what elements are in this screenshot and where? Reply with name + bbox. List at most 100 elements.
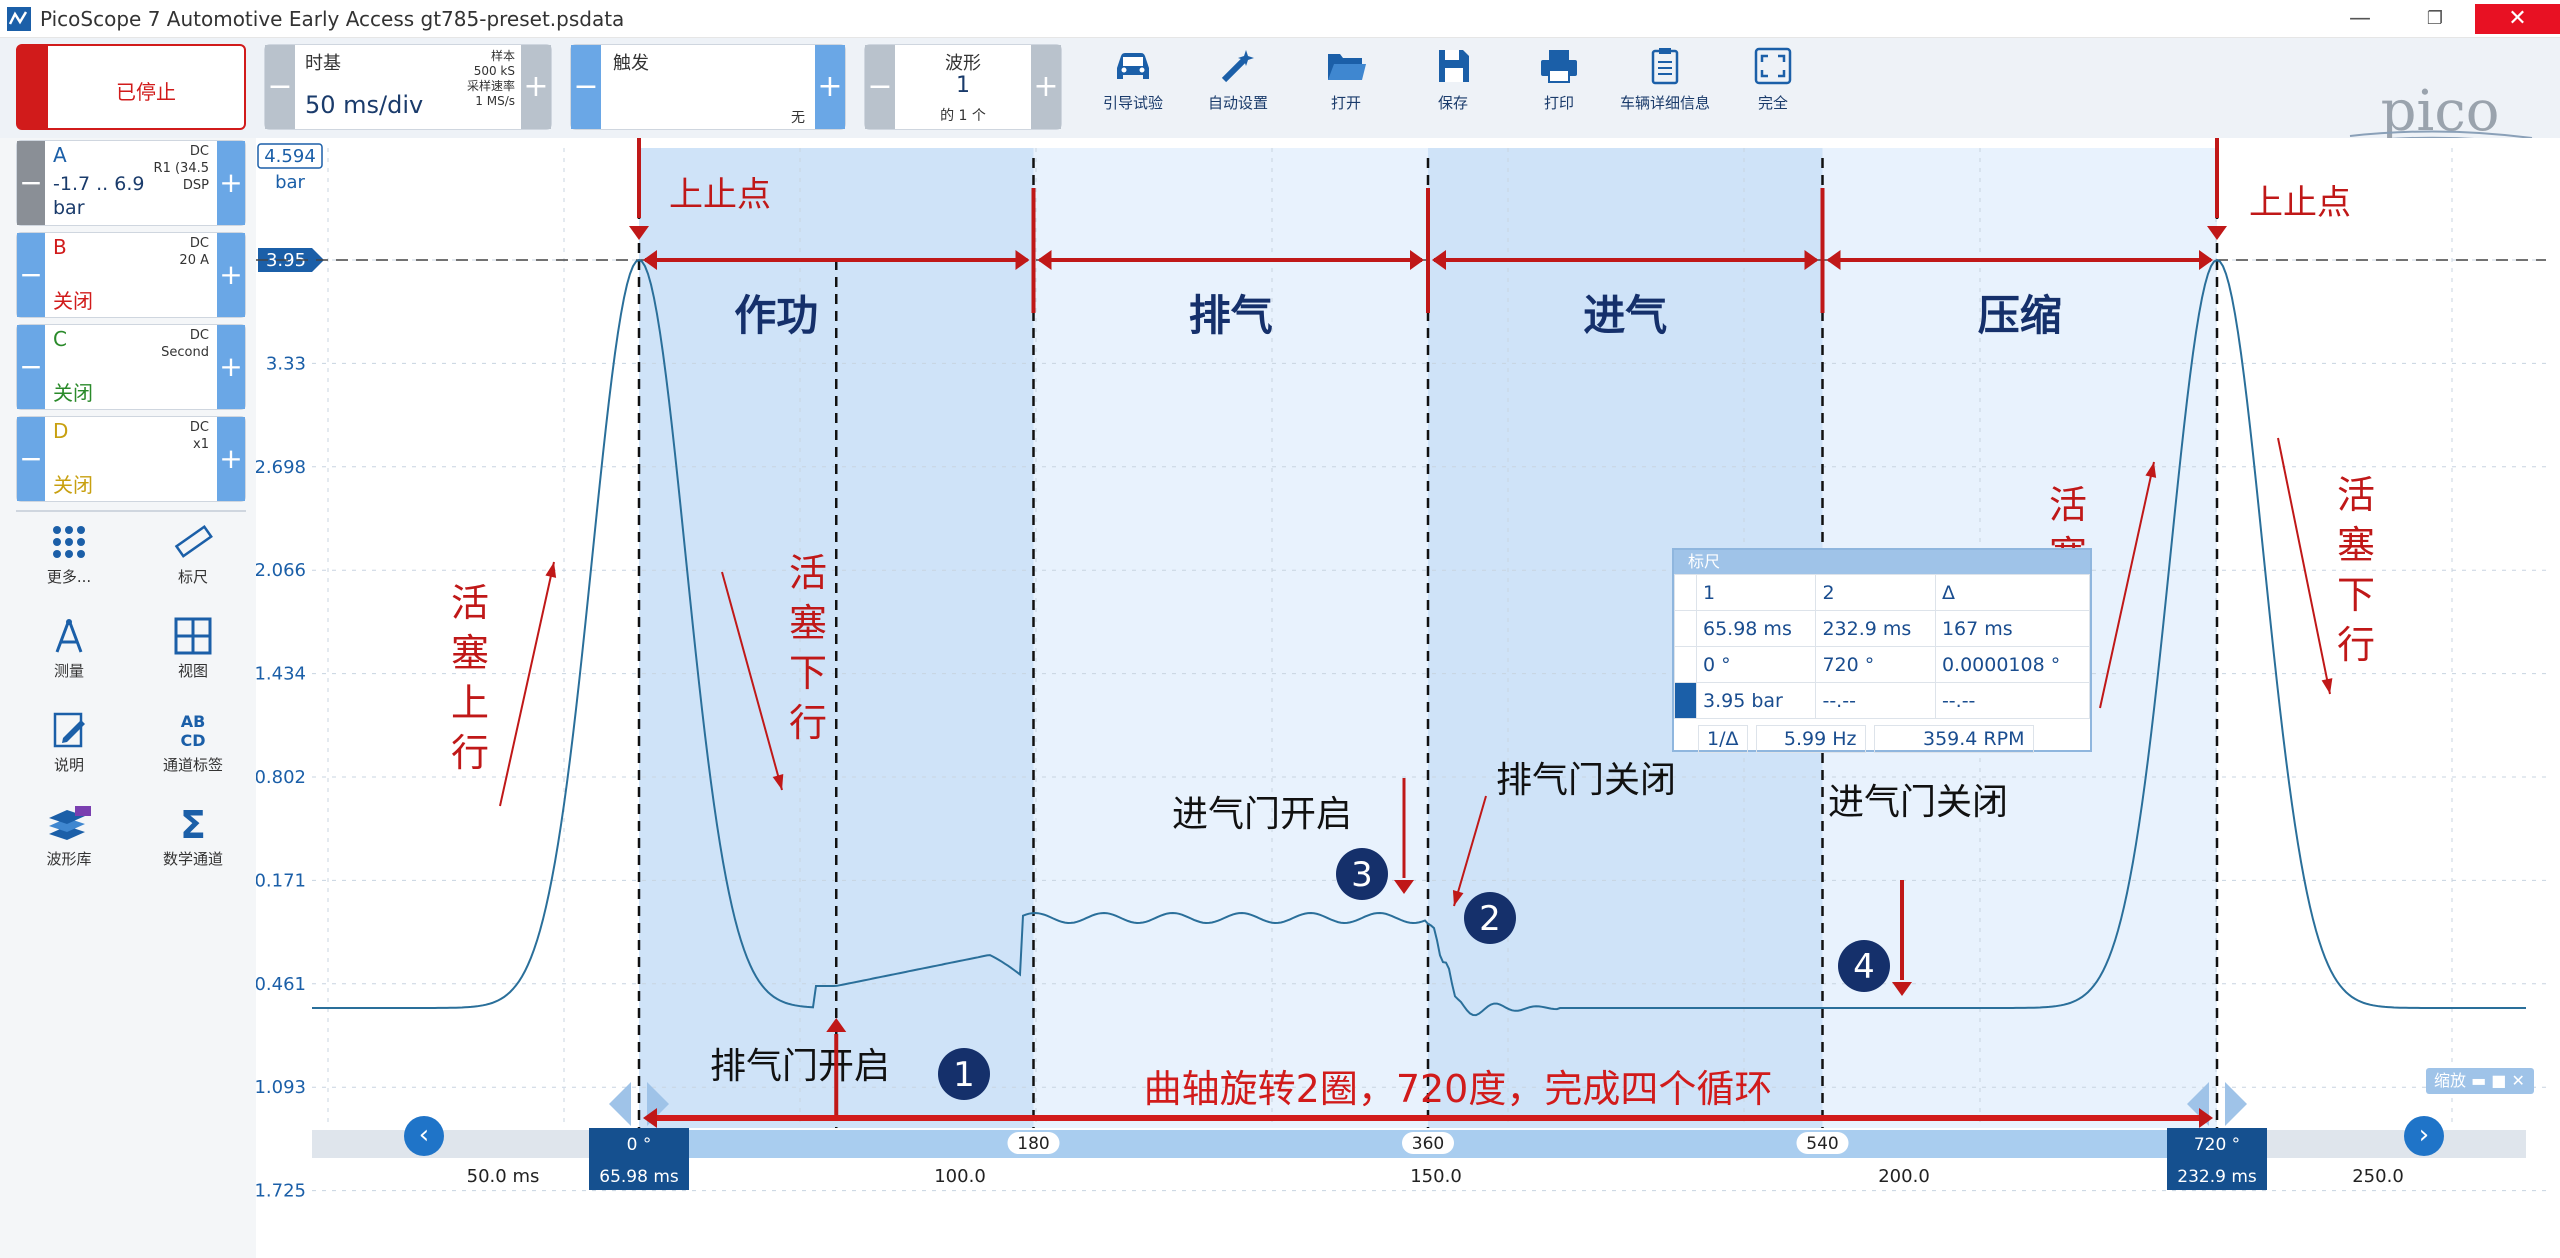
- step-badge-number: 4: [1853, 947, 1875, 987]
- y-tick-label: -1.093: [256, 1077, 306, 1098]
- timebase-control: − + 时基 50 ms/div 样本 500 kS 采样速率 1 MS/s: [264, 44, 552, 130]
- svg-text:AB: AB: [181, 712, 206, 731]
- channel-d-probe: x1: [193, 437, 209, 452]
- math-channels-button[interactable]: Σ 数学通道: [138, 803, 248, 869]
- trigger-decrease-button[interactable]: −: [571, 45, 601, 129]
- channel-a-decrease[interactable]: −: [17, 141, 45, 225]
- arrow-head: [545, 562, 557, 578]
- x-tick-label: 150.0: [1410, 1166, 1462, 1187]
- channel-b-panel[interactable]: − + B 关闭 DC 20 A: [16, 232, 246, 318]
- waveform-library-button[interactable]: 波形库: [14, 804, 124, 869]
- channel-b-increase[interactable]: +: [217, 233, 245, 317]
- waveform-value[interactable]: 1: [895, 73, 1031, 98]
- trigger-value[interactable]: 无: [791, 107, 805, 127]
- timebase-value[interactable]: 50 ms/div: [305, 91, 423, 119]
- fullscreen-icon: [1754, 47, 1792, 85]
- more-button[interactable]: 更多...: [14, 522, 124, 587]
- y-tick-label: 2.698: [256, 457, 306, 478]
- open-label: 打开: [1330, 94, 1361, 112]
- y-unit-label: bar: [275, 172, 305, 193]
- open-button[interactable]: 打开: [1296, 46, 1396, 113]
- channel-a-probe: R1 (34.5: [153, 161, 209, 176]
- restore-button[interactable]: ❐: [2400, 4, 2470, 34]
- print-button[interactable]: 打印: [1509, 46, 1609, 113]
- piston-down-right-label: 行: [2337, 623, 2375, 667]
- sample-rate-label: 采样速率: [466, 79, 515, 93]
- timebase-increase-button[interactable]: +: [521, 45, 551, 129]
- channel-labels-label: 通道标签: [162, 756, 223, 774]
- channel-d-decrease[interactable]: −: [17, 417, 45, 501]
- channel-a-panel[interactable]: − + A -1.7 .. 6.9 bar DC R1 (34.5 DSP: [16, 140, 246, 226]
- notes-button[interactable]: 说明: [14, 710, 124, 775]
- window-title: PicoScope 7 Automotive Early Access gt78…: [40, 7, 625, 31]
- rulers-cell: --.--: [1934, 682, 2091, 719]
- minimize-button[interactable]: —: [2325, 4, 2395, 34]
- fullscreen-button[interactable]: 完全: [1723, 46, 1823, 113]
- scroll-left-button[interactable]: ‹: [404, 1116, 444, 1156]
- svg-text:CD: CD: [180, 731, 205, 750]
- folder-icon: [1328, 54, 1366, 80]
- run-stop-button[interactable]: 已停止: [16, 44, 246, 130]
- channel-d-increase[interactable]: +: [217, 417, 245, 501]
- measurements-button[interactable]: 测量: [14, 616, 124, 681]
- y-tick-label: -0.461: [256, 974, 306, 995]
- rulers-cell: 232.9 ms: [1815, 610, 1936, 647]
- piston-up-right-label: 活: [2049, 483, 2087, 527]
- intake-open-label: 进气门开启: [1172, 794, 1352, 835]
- waveform-of: 的 1 个: [940, 108, 986, 124]
- piston-up-left-label: 上: [451, 681, 489, 725]
- close-button[interactable]: ✕: [2475, 4, 2560, 34]
- waveform-previous-button[interactable]: −: [865, 45, 895, 129]
- scope-view[interactable]: 4.594 bar 3.95 3.33 2.698 2.066 1.434 0.802 0.17…: [256, 138, 2546, 1198]
- svg-text:Σ: Σ: [180, 804, 206, 844]
- auto-setup-button[interactable]: 自动设置: [1188, 46, 1288, 113]
- trigger-increase-button[interactable]: +: [815, 45, 845, 129]
- channel-b-decrease[interactable]: −: [17, 233, 45, 317]
- run-state-label: 已停止: [116, 80, 176, 104]
- channel-c-increase[interactable]: +: [217, 325, 245, 409]
- channel-b-probe: 20 A: [179, 253, 209, 268]
- timebase-decrease-button[interactable]: −: [265, 45, 295, 129]
- print-icon: [1541, 50, 1577, 83]
- channel-b-state: 关闭: [53, 289, 93, 313]
- piston-down-right-label: 塞: [2337, 523, 2375, 567]
- rulers-panel[interactable]: 标尺 12Δ 65.98 ms 232.9 ms 167 ms 0 ° 720 ° 0.…: [1672, 548, 2092, 753]
- vehicle-details-button[interactable]: 车辆详细信息: [1615, 46, 1715, 113]
- channel-labels-button[interactable]: AB CD 通道标签: [138, 710, 248, 775]
- ruler-drag-handle[interactable]: [609, 1082, 631, 1126]
- y-tick-label: -1.725: [256, 1181, 306, 1198]
- guided-test-button[interactable]: 引导试验: [1083, 46, 1183, 113]
- views-button[interactable]: 视图: [138, 616, 248, 681]
- y-tick-label: 3.33: [266, 353, 306, 374]
- piston-down-right-label: 活: [2337, 473, 2375, 517]
- scroll-right-button[interactable]: ›: [2404, 1116, 2444, 1156]
- channel-d-panel[interactable]: − + D 关闭 DC x1: [16, 416, 246, 502]
- save-label: 保存: [1437, 94, 1468, 112]
- rulers-button[interactable]: 标尺: [138, 522, 248, 587]
- x-tick-label: 100.0: [934, 1166, 986, 1187]
- channel-c-decrease[interactable]: −: [17, 325, 45, 409]
- waveform-next-button[interactable]: +: [1031, 45, 1061, 129]
- guided-test-label: 引导试验: [1102, 94, 1163, 112]
- ruler-drag-handle[interactable]: [2225, 1082, 2247, 1126]
- stroke-name: 进气: [1583, 291, 1667, 340]
- frequency-value: 5.99 Hz: [1755, 725, 1866, 753]
- exhaust-close-label: 排气门关闭: [1496, 760, 1676, 801]
- rulers-cell: 167 ms: [1934, 610, 2091, 647]
- trigger-label: 触发: [613, 53, 649, 74]
- channel-a-coupling: DC: [189, 144, 209, 159]
- channel-c-panel[interactable]: − + C 关闭 DC Second: [16, 324, 246, 410]
- rulers-angle-row: 0 ° 720 ° 0.0000108 °: [1674, 646, 2091, 683]
- direction-arrow: [499, 561, 555, 807]
- step-badge-number: 2: [1479, 899, 1501, 939]
- channel-a-increase[interactable]: +: [217, 141, 245, 225]
- rulers-header-cell: 2: [1815, 574, 1936, 611]
- trigger-control: − + 触发 无: [570, 44, 846, 130]
- save-button[interactable]: 保存: [1403, 46, 1503, 113]
- vehicle-details-label: 车辆详细信息: [1619, 94, 1710, 112]
- zoom-overview-control[interactable]: 缩放 ▬ ■ ✕: [2426, 1068, 2534, 1094]
- tdc-left-label: 上止点: [669, 175, 771, 215]
- crank-angle-label: 180: [1017, 1134, 1049, 1154]
- rulers-header-cell: 1: [1695, 574, 1817, 611]
- scope-canvas[interactable]: 4.594bar3.953.332.6982.0661.4340.8020.17…: [256, 138, 2546, 1198]
